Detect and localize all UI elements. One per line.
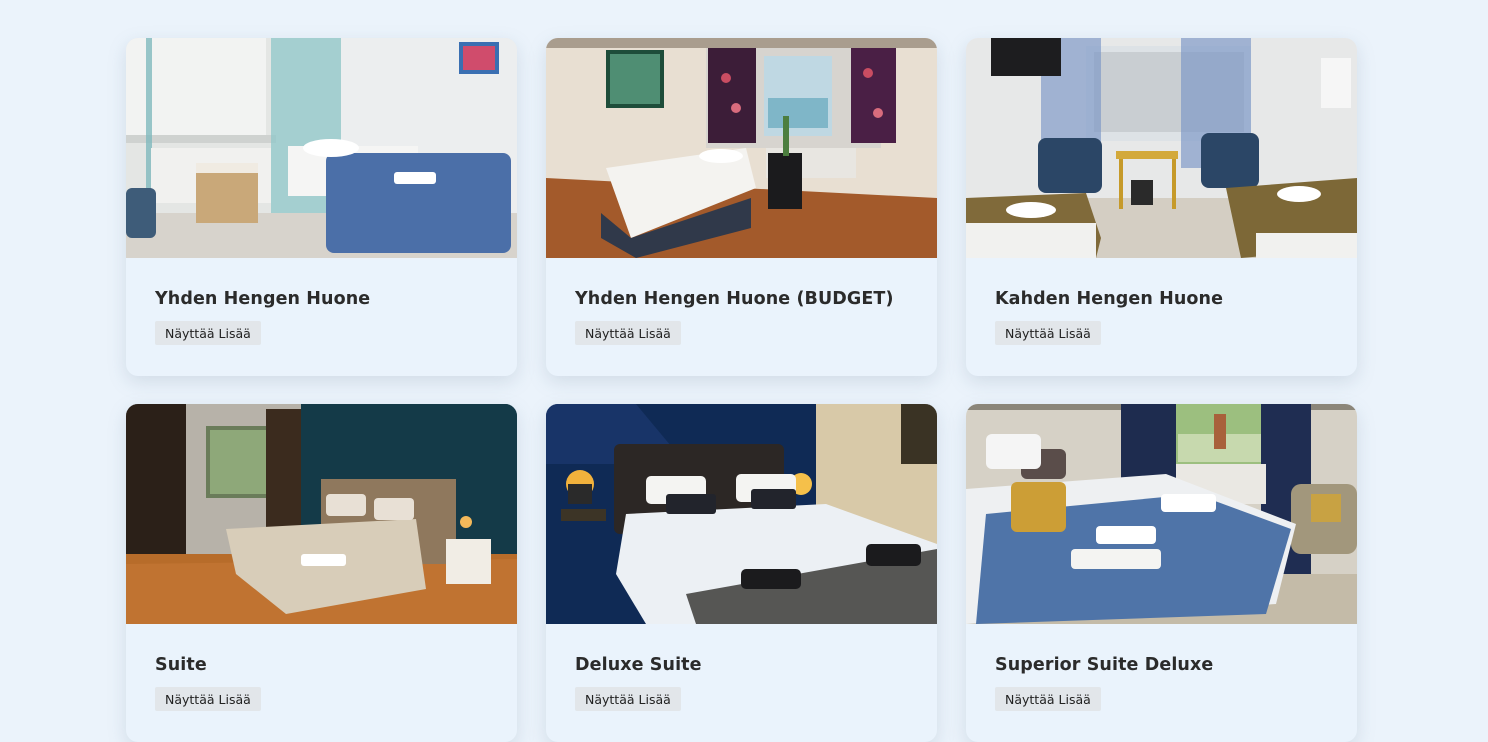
show-more-button[interactable]: Näyttää Lisää xyxy=(155,321,261,345)
room-photo-deluxe-suite[interactable] xyxy=(546,404,937,624)
room-title: Deluxe Suite xyxy=(575,655,702,675)
room-card-budget-single[interactable]: Yhden Hengen Huone (BUDGET) Näyttää Lisä… xyxy=(546,38,937,376)
room-grid: Yhden Hengen Huone Näyttää Lisää Yhden H… xyxy=(126,38,1357,742)
room-photo-superior-suite-deluxe[interactable] xyxy=(966,404,1357,624)
room-title: Yhden Hengen Huone (BUDGET) xyxy=(575,289,894,309)
show-more-button[interactable]: Näyttää Lisää xyxy=(995,321,1101,345)
room-card-superior-suite-deluxe[interactable]: Superior Suite Deluxe Näyttää Lisää xyxy=(966,404,1357,742)
room-card-single[interactable]: Yhden Hengen Huone Näyttää Lisää xyxy=(126,38,517,376)
show-more-button[interactable]: Näyttää Lisää xyxy=(155,687,261,711)
room-photo-double[interactable] xyxy=(966,38,1357,258)
room-card-deluxe-suite[interactable]: Deluxe Suite Näyttää Lisää xyxy=(546,404,937,742)
room-title: Kahden Hengen Huone xyxy=(995,289,1224,309)
show-more-button[interactable]: Näyttää Lisää xyxy=(575,687,681,711)
room-card-suite[interactable]: Suite Näyttää Lisää xyxy=(126,404,517,742)
room-photo-suite[interactable] xyxy=(126,404,517,624)
room-title: Superior Suite Deluxe xyxy=(995,655,1214,675)
show-more-button[interactable]: Näyttää Lisää xyxy=(575,321,681,345)
room-title: Yhden Hengen Huone xyxy=(155,289,371,309)
show-more-button[interactable]: Näyttää Lisää xyxy=(995,687,1101,711)
room-photo-budget-single[interactable] xyxy=(546,38,937,258)
room-card-double[interactable]: Kahden Hengen Huone Näyttää Lisää xyxy=(966,38,1357,376)
room-title: Suite xyxy=(155,655,207,675)
room-photo-single[interactable] xyxy=(126,38,517,258)
